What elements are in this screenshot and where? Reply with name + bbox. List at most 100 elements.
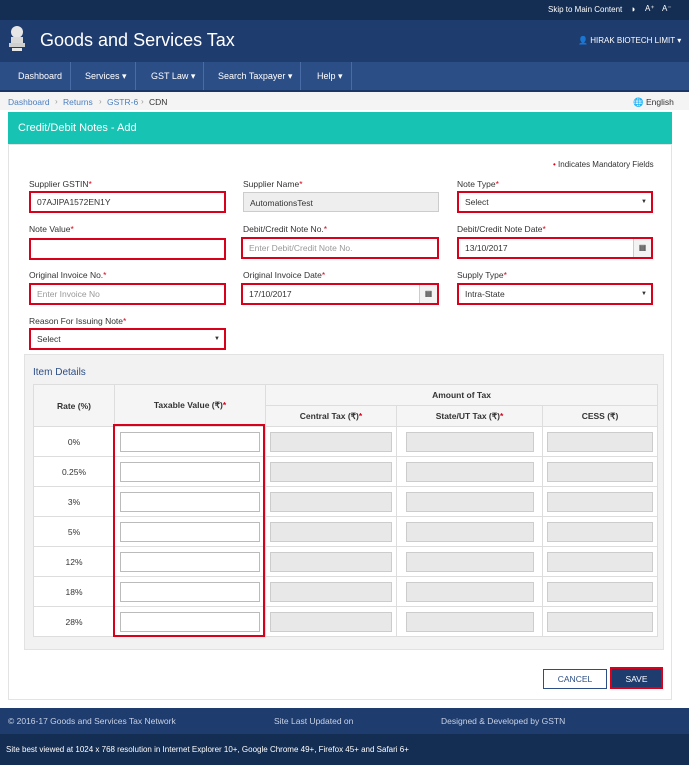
chevron-down-icon: ▼ bbox=[641, 291, 647, 297]
rate-cell: 0.25% bbox=[33, 456, 115, 487]
skip-to-main-link[interactable]: Skip to Main Content bbox=[548, 5, 622, 14]
font-increase-button[interactable]: A⁺ bbox=[645, 4, 655, 13]
taxable-cell bbox=[114, 516, 266, 547]
taxable-value-input[interactable] bbox=[120, 461, 260, 482]
taxable-value-input[interactable] bbox=[120, 611, 260, 632]
reason-select[interactable]: Select ▼ bbox=[29, 328, 226, 350]
label-text: Original Invoice No. bbox=[29, 270, 104, 280]
nav-dashboard[interactable]: Dashboard bbox=[10, 62, 72, 90]
cess-cell bbox=[542, 456, 658, 487]
col-amount-of-tax: Amount of Tax bbox=[265, 384, 658, 406]
chevron-down-icon: ▼ bbox=[214, 336, 220, 342]
state-cell bbox=[396, 606, 543, 637]
page-title: Credit/Debit Notes - Add bbox=[8, 112, 672, 144]
central-tax-input bbox=[270, 461, 392, 482]
chevron-down-icon: ▾ bbox=[338, 71, 343, 81]
label-text: Supply Type bbox=[457, 270, 504, 280]
site-footer: © 2016-17 Goods and Services Tax Network… bbox=[0, 708, 689, 734]
state-tax-input bbox=[405, 491, 534, 512]
breadcrumb-separator: › bbox=[55, 97, 58, 106]
cess-input bbox=[547, 551, 653, 572]
cess-input bbox=[547, 431, 653, 452]
cancel-button[interactable]: CANCEL bbox=[543, 669, 607, 689]
taxable-value-input[interactable] bbox=[120, 521, 260, 542]
label-text: Debit/Credit Note No. bbox=[243, 224, 324, 234]
chevron-down-icon: ▾ bbox=[122, 71, 127, 81]
state-tax-input bbox=[405, 431, 534, 452]
cess-input bbox=[547, 491, 653, 512]
supplier-gstin-label: Supplier GSTIN* bbox=[29, 179, 92, 189]
rate-cell: 18% bbox=[33, 576, 115, 607]
taxable-value-input[interactable] bbox=[120, 581, 260, 602]
label-text: Reason For Issuing Note bbox=[29, 316, 124, 326]
label-text: Note Value bbox=[29, 224, 71, 234]
font-decrease-button[interactable]: A⁻ bbox=[662, 4, 672, 13]
state-cell bbox=[396, 426, 543, 457]
rate-cell: 3% bbox=[33, 486, 115, 517]
header-text: CESS (₹) bbox=[581, 410, 619, 421]
top-utility-bar: Skip to Main Content ◑ A⁺ A⁻ bbox=[0, 0, 689, 20]
mandatory-note-text: Indicates Mandatory Fields bbox=[558, 160, 654, 169]
state-tax-input bbox=[405, 611, 534, 632]
save-button[interactable]: SAVE bbox=[610, 667, 663, 689]
state-cell bbox=[396, 486, 543, 517]
taxable-cell bbox=[114, 486, 266, 517]
cess-cell bbox=[542, 486, 658, 517]
taxable-value-input[interactable] bbox=[120, 551, 260, 572]
table-row: 0.25% bbox=[33, 456, 658, 487]
calendar-icon[interactable]: ▦ bbox=[633, 239, 651, 257]
supply-type-select[interactable]: Intra-State ▼ bbox=[457, 283, 653, 305]
breadcrumb-gstr6[interactable]: GSTR-6 bbox=[107, 97, 138, 107]
contrast-icon[interactable]: ◑ bbox=[630, 4, 635, 14]
site-title: Goods and Services Tax bbox=[40, 30, 235, 50]
state-tax-input bbox=[405, 461, 534, 482]
table-row: 28% bbox=[33, 606, 658, 637]
nav-services[interactable]: Services ▾ bbox=[77, 62, 136, 90]
language-selector[interactable]: 🌐 English bbox=[633, 97, 674, 108]
nav-gst-law[interactable]: GST Law ▾ bbox=[143, 62, 205, 90]
breadcrumb-dashboard[interactable]: Dashboard bbox=[8, 97, 50, 107]
reason-label: Reason For Issuing Note* bbox=[29, 316, 127, 326]
table-row: 12% bbox=[33, 546, 658, 577]
language-label: English bbox=[645, 97, 674, 107]
invoice-date-input[interactable]: 17/10/2017 ▦ bbox=[241, 283, 439, 305]
note-no-input[interactable]: Enter Debit/Credit Note No. bbox=[241, 237, 439, 259]
chevron-down-icon: ▾ bbox=[677, 36, 682, 45]
cess-cell bbox=[542, 426, 658, 457]
central-cell bbox=[265, 576, 397, 607]
state-cell bbox=[396, 576, 543, 607]
state-tax-input bbox=[405, 521, 534, 542]
rate-cell: 12% bbox=[33, 546, 115, 577]
central-cell bbox=[265, 456, 397, 487]
globe-icon: 🌐 bbox=[633, 97, 644, 107]
rate-value: 5% bbox=[67, 526, 81, 537]
item-details-table: Rate (%) Taxable Value (₹)* Amount of Ta… bbox=[33, 384, 658, 637]
central-cell bbox=[265, 606, 397, 637]
table-row: 5% bbox=[33, 516, 658, 547]
invoice-no-input[interactable]: Enter Invoice No bbox=[29, 283, 226, 305]
nav-search-taxpayer[interactable]: Search Taxpayer ▾ bbox=[210, 62, 302, 90]
supplier-gstin-input[interactable]: 07AJIPA1572EN1Y bbox=[29, 191, 226, 213]
header-text: Central Tax (₹) bbox=[299, 410, 359, 421]
user-menu[interactable]: 👤 HIRAK BIOTECH LIMIT ▾ bbox=[578, 36, 681, 45]
central-tax-input bbox=[270, 611, 392, 632]
cess-cell bbox=[542, 576, 658, 607]
central-cell bbox=[265, 486, 397, 517]
nav-label: GST Law bbox=[151, 71, 189, 81]
note-value-input[interactable] bbox=[29, 238, 226, 260]
calendar-icon[interactable]: ▦ bbox=[419, 285, 437, 303]
nav-help[interactable]: Help ▾ bbox=[309, 62, 352, 90]
breadcrumb-cdn: CDN bbox=[149, 97, 168, 107]
rate-value: 0% bbox=[67, 436, 81, 447]
breadcrumb-returns[interactable]: Returns bbox=[63, 97, 93, 107]
taxable-value-input[interactable] bbox=[120, 431, 260, 452]
central-tax-input bbox=[270, 431, 392, 452]
taxable-value-input[interactable] bbox=[120, 491, 260, 512]
rate-value: 0.25% bbox=[61, 466, 87, 477]
note-type-select[interactable]: Select ▼ bbox=[457, 191, 653, 213]
rate-value: 28% bbox=[65, 616, 83, 627]
rate-cell: 28% bbox=[33, 606, 115, 637]
footer-designed: Designed & Developed by GSTN bbox=[441, 716, 566, 726]
nav-label: Search Taxpayer bbox=[218, 71, 286, 81]
note-date-input[interactable]: 13/10/2017 ▦ bbox=[457, 237, 653, 259]
